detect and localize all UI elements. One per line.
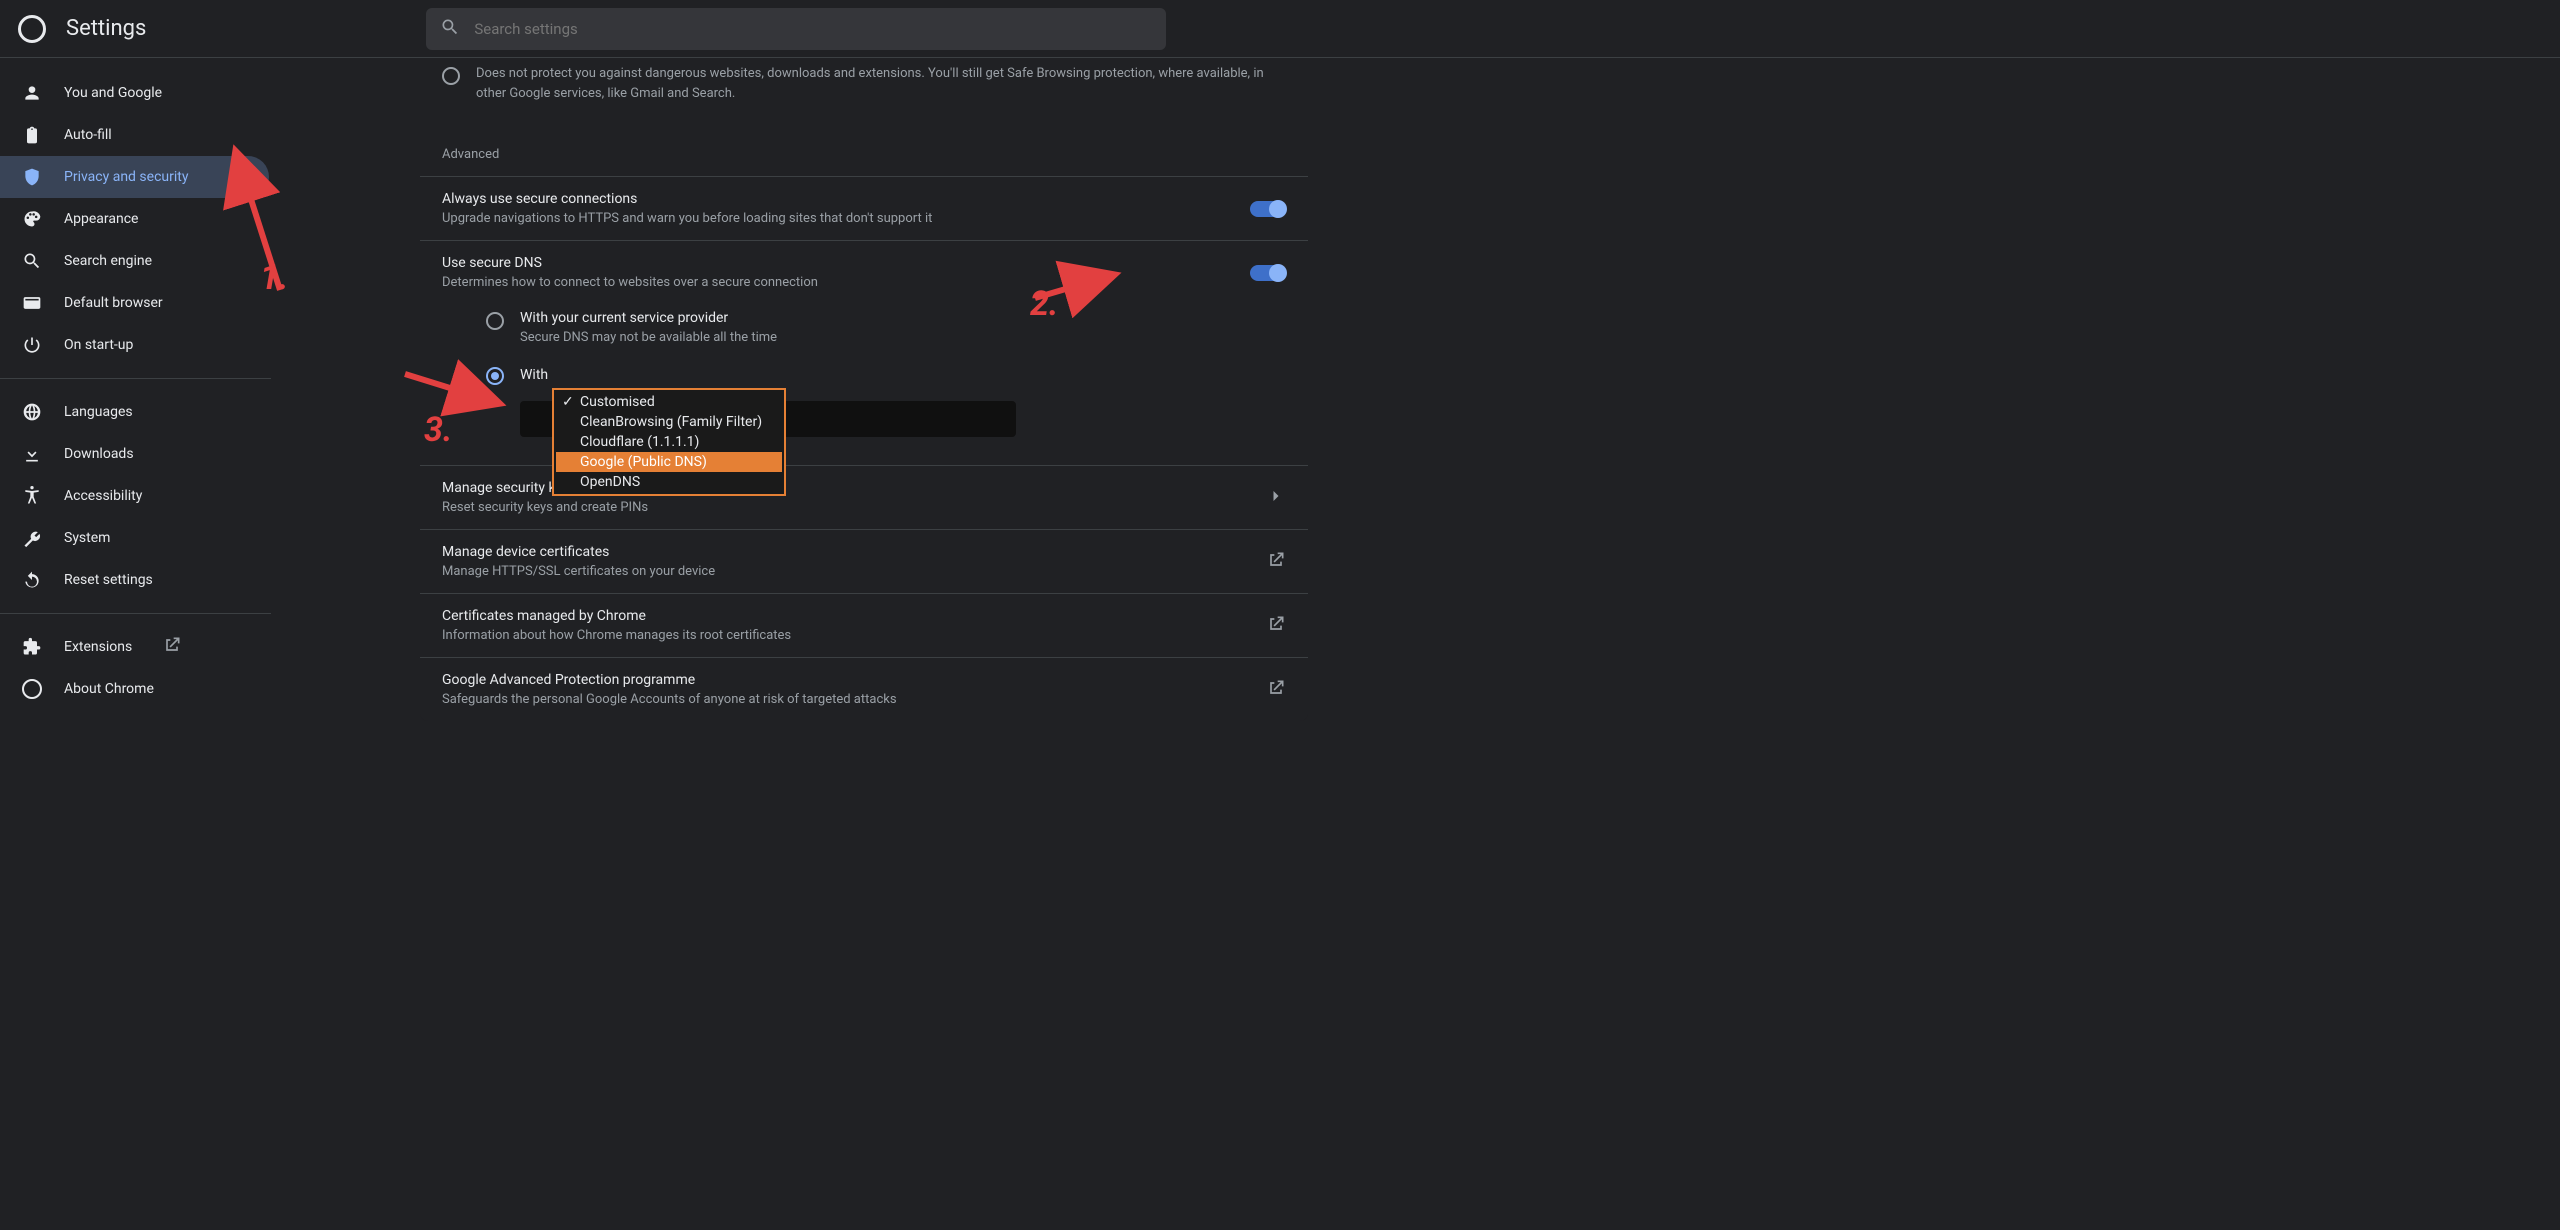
sidebar-item-label: About Chrome (64, 681, 154, 697)
power-icon (22, 335, 42, 355)
sidebar-item-label: Accessibility (64, 488, 142, 504)
sidebar-item-label: Downloads (64, 446, 134, 462)
sidebar-item-label: Languages (64, 404, 133, 420)
sidebar-item-appearance[interactable]: Appearance (0, 198, 269, 240)
secure-dns-desc: Determines how to connect to websites ov… (442, 275, 818, 290)
secure-dns-toggle[interactable] (1250, 265, 1286, 281)
dns-provider-dropdown[interactable]: Customised CleanBrowsing (Family Filter)… (552, 388, 786, 496)
dns-with-label: With (520, 367, 548, 383)
sidebar-item-extensions[interactable]: Extensions (0, 626, 269, 668)
page-title: Settings (66, 16, 146, 41)
header: Settings (0, 0, 2560, 58)
browser-icon (22, 293, 42, 313)
search-icon (22, 251, 42, 271)
palette-icon (22, 209, 42, 229)
keys-desc: Reset security keys and create PINs (442, 500, 648, 515)
sidebar-item-search-engine[interactable]: Search engine (0, 240, 269, 282)
sidebar-item-autofill[interactable]: Auto-fill (0, 114, 269, 156)
chrome-certs-row[interactable]: Certificates managed by Chrome Informati… (420, 593, 1308, 657)
sidebar-item-label: Reset settings (64, 572, 153, 588)
secure-dns-title: Use secure DNS (442, 255, 818, 271)
gap-row[interactable]: Google Advanced Protection programme Saf… (420, 657, 1308, 721)
device-certs-row[interactable]: Manage device certificates Manage HTTPS/… (420, 529, 1308, 593)
advanced-section-title: Advanced (420, 121, 1308, 176)
sidebar-item-label: Appearance (64, 211, 138, 227)
always-https-toggle[interactable] (1250, 201, 1286, 217)
sidebar-item-about[interactable]: About Chrome (0, 668, 269, 710)
dropdown-option[interactable]: OpenDNS (556, 472, 782, 492)
open-in-new-icon (1266, 614, 1286, 638)
sidebar-item-label: Auto-fill (64, 127, 112, 143)
chrome-logo-icon (18, 15, 46, 43)
device-certs-title: Manage device certificates (442, 544, 715, 560)
sidebar-item-system[interactable]: System (0, 517, 269, 559)
sidebar-item-label: You and Google (64, 85, 162, 101)
sidebar-item-privacy[interactable]: Privacy and security (0, 156, 269, 198)
dns-provider-current-row[interactable]: With your current service provider Secur… (486, 300, 1286, 355)
gap-desc: Safeguards the personal Google Accounts … (442, 692, 897, 707)
sidebar: You and Google Auto-fill Privacy and sec… (0, 58, 272, 1230)
search-input-wrap[interactable] (426, 8, 1166, 50)
sidebar-item-startup[interactable]: On start-up (0, 324, 269, 366)
chrome-certs-desc: Information about how Chrome manages its… (442, 628, 791, 643)
sidebar-item-label: Search engine (64, 253, 152, 269)
device-certs-desc: Manage HTTPS/SSL certificates on your de… (442, 564, 715, 579)
dropdown-option[interactable]: Customised (556, 392, 782, 412)
globe-icon (22, 402, 42, 422)
accessibility-icon (22, 486, 42, 506)
always-https-desc: Upgrade navigations to HTTPS and warn yo… (442, 211, 932, 226)
sidebar-item-label: Privacy and security (64, 169, 188, 185)
search-input[interactable] (472, 19, 1152, 39)
open-in-new-icon (1266, 550, 1286, 574)
restore-icon (22, 570, 42, 590)
open-in-new-icon (1266, 678, 1286, 702)
sidebar-item-accessibility[interactable]: Accessibility (0, 475, 269, 517)
chevron-right-icon (1266, 486, 1286, 510)
sidebar-item-reset[interactable]: Reset settings (0, 559, 269, 601)
main-content: Does not protect you against dangerous w… (420, 58, 1308, 1230)
gap-title: Google Advanced Protection programme (442, 672, 897, 688)
dropdown-option[interactable]: CleanBrowsing (Family Filter) (556, 412, 782, 432)
sidebar-item-label: On start-up (64, 337, 133, 353)
divider (0, 613, 271, 614)
sidebar-item-you-and-google[interactable]: You and Google (0, 72, 269, 114)
dropdown-option[interactable]: Cloudflare (1.1.1.1) (556, 432, 782, 452)
radio-with-provider[interactable] (486, 367, 504, 385)
wrench-icon (22, 528, 42, 548)
always-https-row: Always use secure connections Upgrade na… (420, 176, 1308, 240)
no-protection-desc: Does not protect you against dangerous w… (476, 64, 1286, 103)
search-icon (440, 17, 460, 41)
chrome-certs-title: Certificates managed by Chrome (442, 608, 791, 624)
dns-current-desc: Secure DNS may not be available all the … (520, 330, 777, 345)
person-icon (22, 83, 42, 103)
no-protection-row-partial: Does not protect you against dangerous w… (420, 58, 1308, 121)
clipboard-icon (22, 125, 42, 145)
sidebar-item-downloads[interactable]: Downloads (0, 433, 269, 475)
dns-current-title: With your current service provider (520, 310, 777, 326)
dropdown-option[interactable]: Google (Public DNS) (556, 452, 782, 472)
divider (0, 378, 271, 379)
sidebar-item-default-browser[interactable]: Default browser (0, 282, 269, 324)
radio-no-protection[interactable] (442, 67, 460, 85)
sidebar-item-languages[interactable]: Languages (0, 391, 269, 433)
open-in-new-icon (162, 635, 182, 659)
download-icon (22, 444, 42, 464)
chrome-logo-icon (22, 679, 42, 699)
sidebar-item-label: System (64, 530, 110, 546)
sidebar-item-label: Extensions (64, 639, 132, 655)
radio-current-provider[interactable] (486, 312, 504, 330)
sidebar-item-label: Default browser (64, 295, 163, 311)
shield-icon (22, 167, 42, 187)
always-https-title: Always use secure connections (442, 191, 932, 207)
extension-icon (22, 637, 42, 657)
